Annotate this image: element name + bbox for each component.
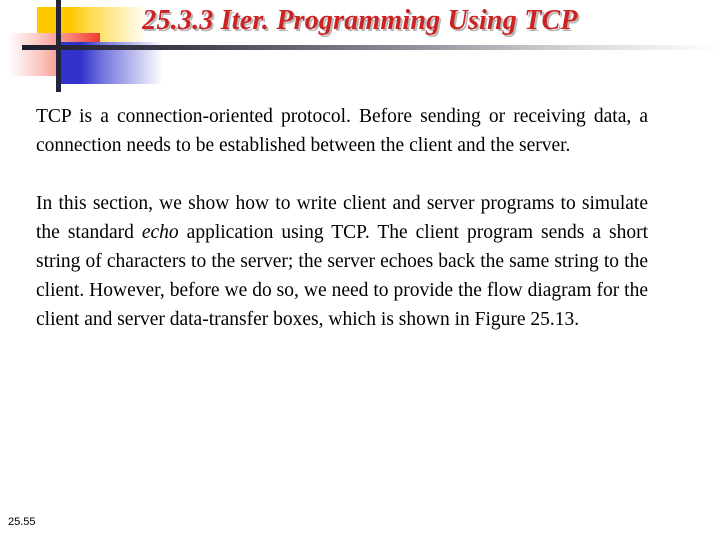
red-square-icon [8, 33, 100, 76]
slide-body: TCP is a connection-oriented protocol. B… [36, 102, 648, 334]
slide-number: 25.55 [8, 516, 36, 528]
body-paragraph-2: In this section, we show how to write cl… [36, 189, 648, 334]
slide-title: 25.3.3 Iter. Programming Using TCP [142, 5, 578, 36]
body-paragraph-1: TCP is a connection-oriented protocol. B… [36, 106, 648, 156]
horizontal-rule-divider [22, 45, 720, 50]
body-paragraph-2-segment-1: echo [141, 222, 179, 243]
slide-canvas: 25.3.3 Iter. Programming Using TCP TCP i… [0, 0, 720, 540]
